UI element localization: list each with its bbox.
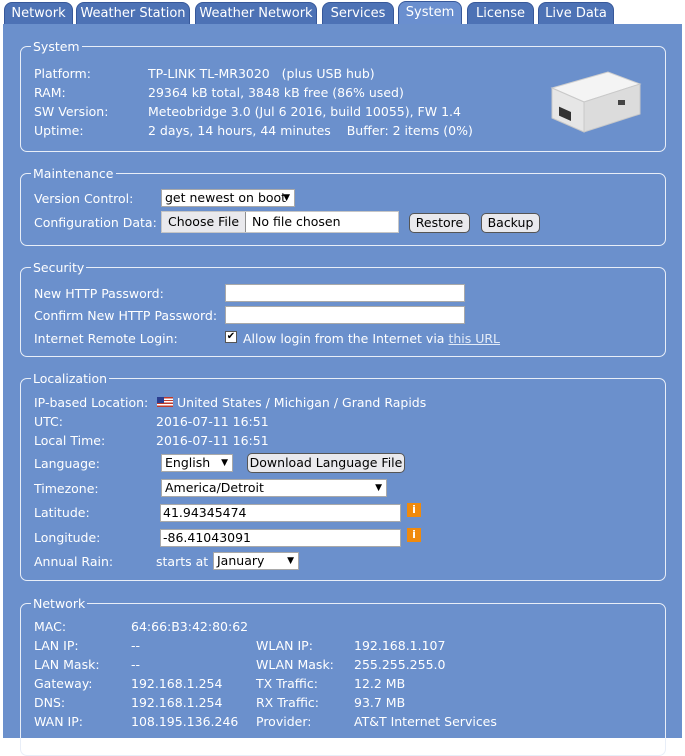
language-select[interactable]: English ▼ (161, 454, 233, 472)
restore-button[interactable]: Restore (409, 213, 470, 233)
new-password-input[interactable] (225, 284, 465, 302)
tx-traffic-value: 12.2 MB (354, 676, 406, 691)
maintenance-legend: Maintenance (33, 166, 114, 181)
wlan-mask-label: WLAN Mask: (256, 657, 334, 672)
timezone-select[interactable]: America/Detroit ▼ (161, 479, 387, 497)
sw-version-value: Meteobridge 3.0 (Jul 6 2016, build 10055… (148, 104, 461, 119)
lan-mask-value: -- (131, 657, 141, 672)
maintenance-section: Maintenance (20, 166, 666, 246)
gateway-value: 192.168.1.254 (131, 676, 223, 691)
ip-location-value: United States / Michigan / Grand Rapids (177, 395, 427, 410)
security-legend: Security (33, 260, 85, 275)
local-time-value: 2016-07-11 16:51 (156, 433, 269, 448)
wlan-ip-value: 192.168.1.107 (354, 638, 446, 653)
annual-rain-label: Annual Rain: (34, 554, 114, 569)
chevron-down-icon: ▼ (375, 483, 382, 493)
annual-rain-prefix: starts at (156, 554, 209, 569)
latitude-label: Latitude: (34, 505, 90, 520)
sw-version-label: SW Version: (34, 104, 109, 119)
this-url-link[interactable]: this URL (448, 331, 500, 346)
config-data-label: Configuration Data: (34, 215, 157, 230)
utc-value: 2016-07-11 16:51 (156, 414, 269, 429)
new-password-label: New HTTP Password: (34, 286, 164, 301)
wlan-mask-value: 255.255.255.0 (354, 657, 446, 672)
localization-legend: Localization (33, 371, 108, 386)
ram-value: 29364 kB total, 3848 kB free (86% used) (148, 85, 404, 100)
choose-file-button[interactable]: Choose File (162, 212, 247, 232)
utc-label: UTC: (34, 414, 63, 429)
rx-traffic-label: RX Traffic: (256, 695, 319, 710)
provider-label: Provider: (256, 714, 312, 729)
platform-value: TP-LINK TL-MR3020 (plus USB hub) (148, 66, 375, 81)
router-image (550, 71, 642, 133)
tx-traffic-label: TX Traffic: (256, 676, 318, 691)
language-value: English (165, 455, 211, 470)
uptime-label: Uptime: (34, 123, 84, 138)
download-language-button[interactable]: Download Language File (247, 453, 405, 473)
mac-value: 64:66:B3:42:80:62 (131, 619, 249, 634)
tab-weather-network[interactable]: Weather Network (195, 2, 317, 24)
confirm-password-label: Confirm New HTTP Password: (34, 308, 218, 323)
system-legend: System (33, 39, 80, 54)
lan-mask-label: LAN Mask: (34, 657, 100, 672)
provider-value: AT&T Internet Services (354, 714, 497, 729)
tab-license[interactable]: License (467, 2, 534, 24)
network-legend: Network (33, 596, 86, 611)
network-section: Network (20, 596, 666, 756)
wan-ip-label: WAN IP: (34, 714, 83, 729)
version-control-value: get newest on boot (165, 190, 287, 205)
wlan-ip-label: WLAN IP: (256, 638, 313, 653)
wan-ip-value: 108.195.136.246 (131, 714, 239, 729)
timezone-value: America/Detroit (165, 480, 264, 495)
config-file-input[interactable]: Choose File No file chosen (161, 211, 399, 233)
platform-label: Platform: (34, 66, 91, 81)
remote-login-label: Internet Remote Login: (34, 331, 178, 346)
tab-system[interactable]: System (398, 1, 462, 25)
tab-live-data[interactable]: Live Data (538, 2, 614, 24)
chevron-down-icon: ▼ (283, 193, 290, 203)
remote-login-checkbox[interactable]: ✔ (225, 331, 237, 343)
latitude-input[interactable]: 41.94345474 (160, 504, 401, 522)
ram-label: RAM: (34, 85, 66, 100)
tab-services[interactable]: Services (322, 2, 394, 24)
version-control-select[interactable]: get newest on boot ▼ (161, 189, 295, 207)
longitude-input[interactable]: -86.41043091 (160, 529, 401, 547)
timezone-label: Timezone: (34, 481, 99, 496)
tab-bar: Network Weather Station Weather Network … (0, 0, 685, 25)
language-label: Language: (34, 456, 100, 471)
chevron-down-icon: ▼ (287, 556, 294, 566)
rx-traffic-value: 93.7 MB (354, 695, 406, 710)
tab-network[interactable]: Network (4, 2, 73, 24)
uptime-value: 2 days, 14 hours, 44 minutes Buffer: 2 i… (148, 123, 473, 138)
longitude-label: Longitude: (34, 530, 101, 545)
ip-location-label: IP-based Location: (34, 395, 149, 410)
latitude-info-icon[interactable]: i (407, 503, 421, 517)
lan-ip-value: -- (131, 638, 141, 653)
dns-label: DNS: (34, 695, 66, 710)
lan-ip-label: LAN IP: (34, 638, 79, 653)
us-flag-icon (157, 397, 173, 407)
dns-value: 192.168.1.254 (131, 695, 223, 710)
version-control-label: Version Control: (34, 191, 134, 206)
confirm-password-input[interactable] (225, 306, 465, 324)
longitude-info-icon[interactable]: i (407, 528, 421, 542)
system-panel: System Platform: TP-LINK TL-MR3020 (plus… (3, 24, 682, 756)
mac-label: MAC: (34, 619, 67, 634)
tab-weather-station[interactable]: Weather Station (76, 2, 190, 24)
backup-button[interactable]: Backup (481, 213, 540, 233)
local-time-label: Local Time: (34, 433, 106, 448)
remote-login-text: Allow login from the Internet via this U… (243, 331, 500, 346)
chevron-down-icon: ▼ (221, 458, 228, 468)
annual-rain-month-select[interactable]: January ▼ (213, 552, 299, 570)
gateway-label: Gateway: (34, 676, 93, 691)
remote-login-description: Allow login from the Internet via (243, 331, 445, 346)
no-file-text: No file chosen (252, 214, 341, 229)
annual-rain-month-value: January (217, 553, 265, 568)
